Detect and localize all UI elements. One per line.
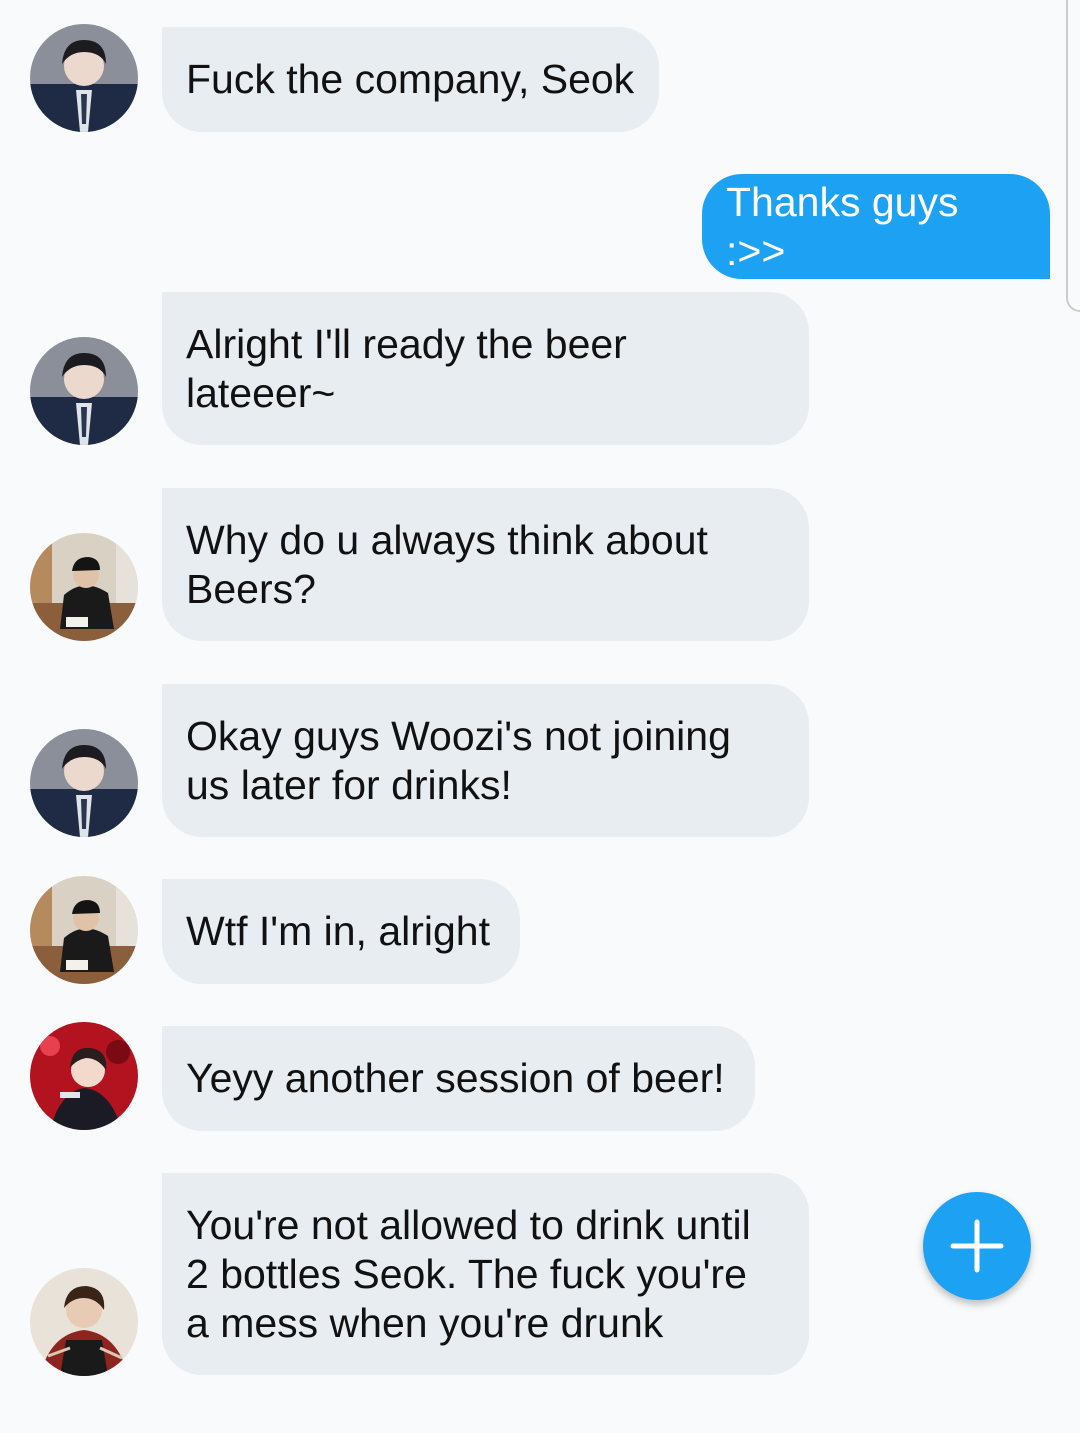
message-bubble-received[interactable]: Alright I'll ready the beer lateeer~ <box>162 292 809 445</box>
avatar-plaid-boy-icon[interactable] <box>30 1268 138 1376</box>
message-bubble-received[interactable]: Okay guys Woozi's not joining us later f… <box>162 684 809 837</box>
avatar-cap-boy-icon[interactable] <box>30 876 138 984</box>
message-bubble-received[interactable]: Yeyy another session of beer! <box>162 1026 755 1131</box>
avatar-suit-boy-icon[interactable] <box>30 337 138 445</box>
compose-fab-button[interactable] <box>923 1192 1031 1300</box>
message-bubble-received[interactable]: Fuck the company, Seok <box>162 27 659 132</box>
message-bubble-received[interactable]: Wtf I'm in, alright <box>162 879 520 984</box>
avatar-suit-boy-icon[interactable] <box>30 24 138 132</box>
plus-icon <box>950 1219 1004 1273</box>
avatar-cap-boy-icon[interactable] <box>30 533 138 641</box>
scrollbar[interactable] <box>1066 0 1080 312</box>
chat-thread: Fuck the company, Seok Thanks guys :>> A… <box>0 0 1080 1433</box>
message-bubble-received[interactable]: You're not allowed to drink until 2 bott… <box>162 1173 809 1375</box>
message-bubble-received[interactable]: Why do u always think about Beers? <box>162 488 809 641</box>
avatar-stage-boy-icon[interactable] <box>30 1022 138 1130</box>
avatar-suit-boy-icon[interactable] <box>30 729 138 837</box>
message-bubble-sent[interactable]: Thanks guys :>> <box>702 174 1050 279</box>
